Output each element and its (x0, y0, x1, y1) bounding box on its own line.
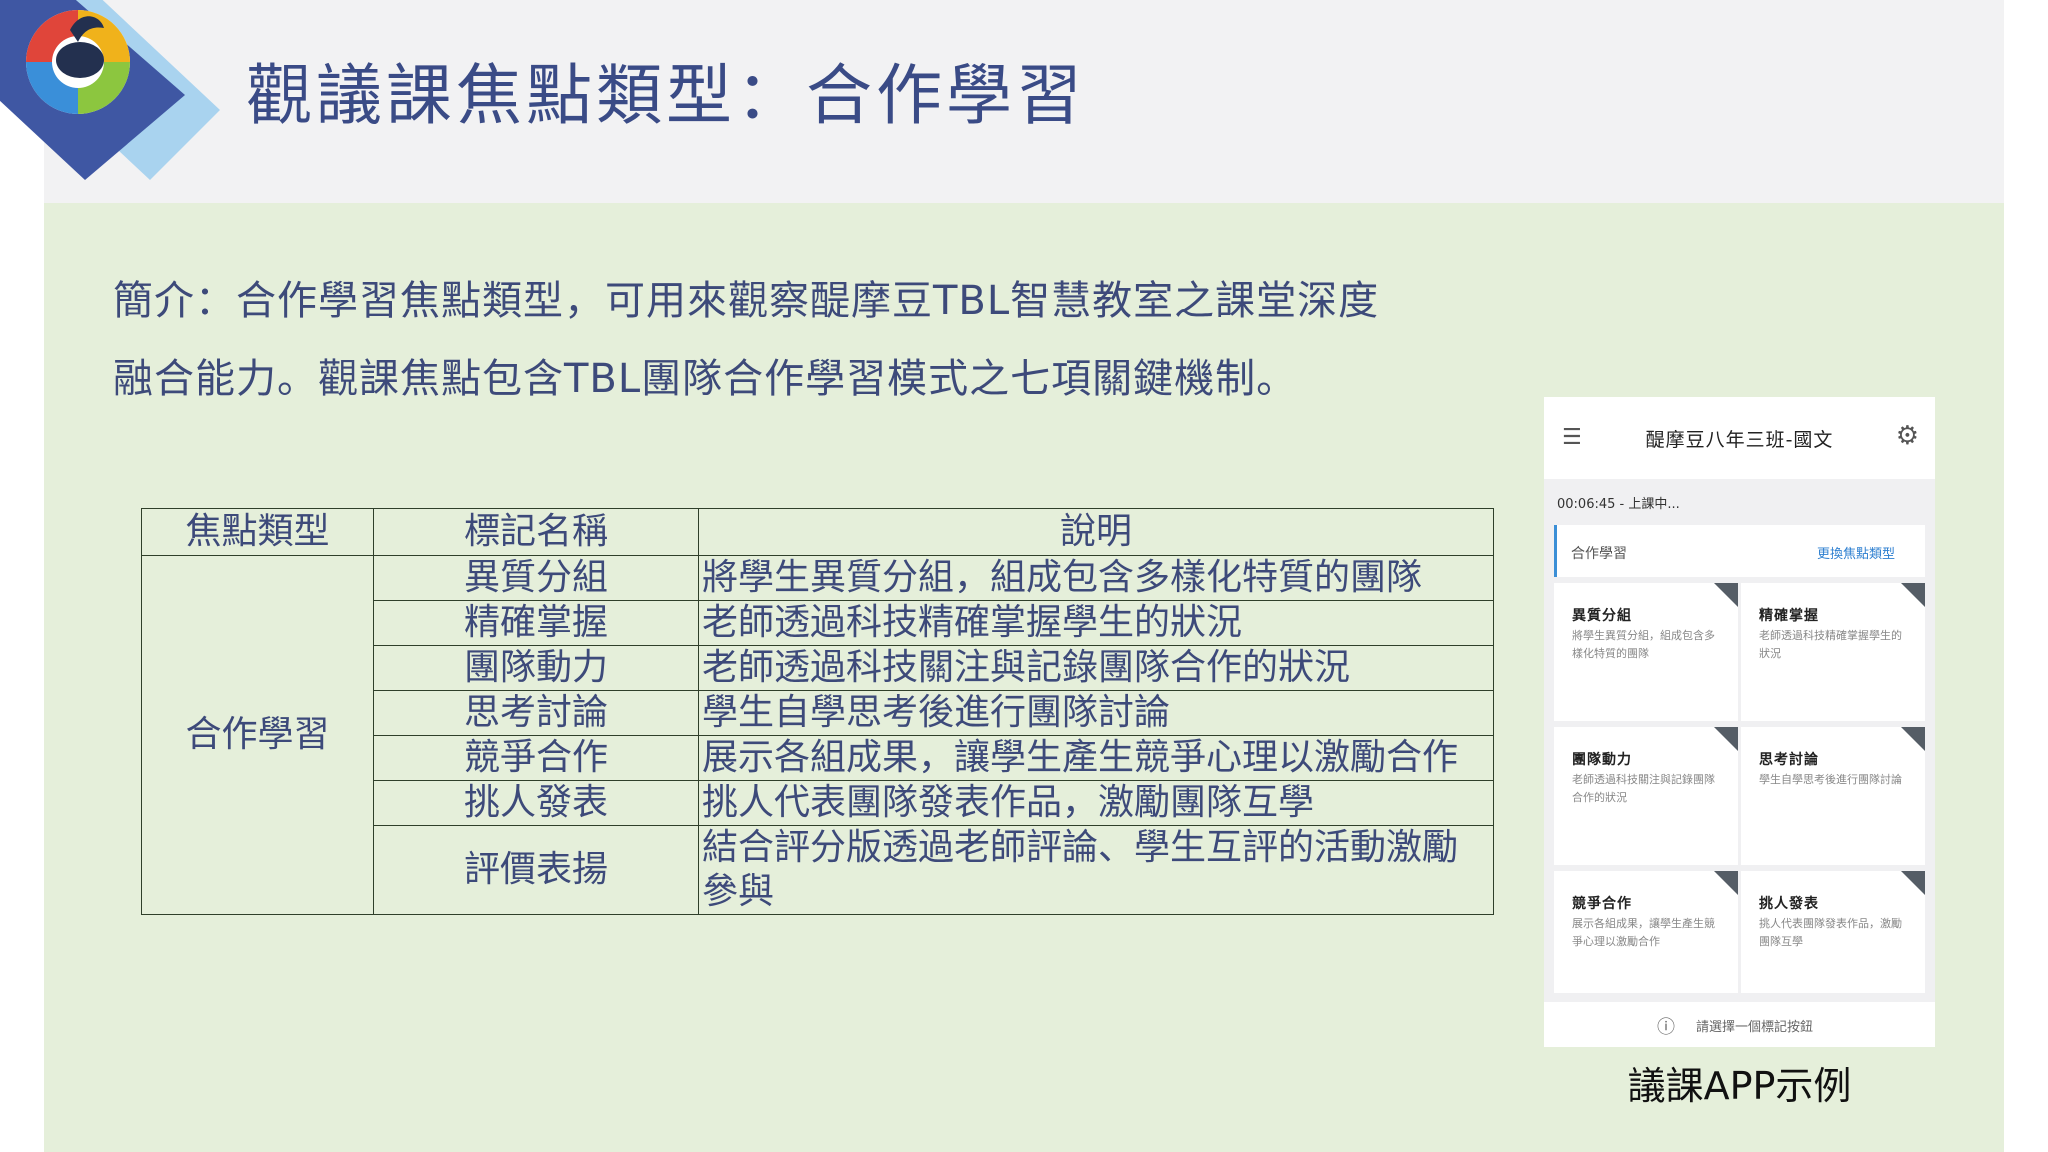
card-corner-icon (1714, 727, 1738, 751)
description-cell: 老師透過科技關注與記錄團隊合作的狀況 (698, 645, 1494, 691)
header-description: 說明 (698, 508, 1494, 556)
tag-name-cell: 挑人發表 (373, 780, 699, 826)
app-screenshot: ☰ 醍摩豆八年三班-國文 ⚙ 00:06:45 - 上課中... 合作學習 更換… (1544, 397, 1935, 1047)
lesson-status: 00:06:45 - 上課中... (1557, 497, 1680, 512)
footer-hint: 請選擇一個標記按鈕 (1696, 1020, 1814, 1035)
intro-line-1: 簡介：合作學習焦點類型，可用來觀察醍摩豆TBL智慧教室之課堂深度 (113, 278, 1380, 324)
description-cell: 展示各組成果，讓學生產生競爭心理以激勵合作 (698, 735, 1494, 781)
app-caption: 議課APP示例 (1627, 1064, 1852, 1108)
card-description: 將學生異質分組，組成包含多樣化特質的團隊 (1572, 629, 1715, 660)
description-cell: 挑人代表團隊發表作品，激勵團隊互學 (698, 780, 1494, 826)
focus-type-label: 合作學習 (1571, 546, 1627, 562)
tag-card[interactable]: 精確掌握 老師透過科技精確掌握學生的狀況 (1741, 583, 1925, 721)
intro-text: 簡介：合作學習焦點類型，可用來觀察醍摩豆TBL智慧教室之課堂深度 融合能力。觀課… (113, 262, 1493, 418)
card-description: 老師透過科技關注與記錄團隊合作的狀況 (1572, 773, 1715, 804)
app-footer: ⓘ 請選擇一個標記按鈕 (1544, 1002, 1935, 1047)
card-title: 競爭合作 (1572, 896, 1632, 912)
gear-icon[interactable]: ⚙ (1896, 421, 1919, 451)
description-cell: 將學生異質分組，組成包含多樣化特質的團隊 (698, 555, 1494, 601)
card-title: 挑人發表 (1759, 896, 1819, 912)
card-corner-icon (1901, 583, 1925, 607)
focus-table: 焦點類型 標記名稱 說明 合作學習 異質分組 將學生異質分組，組成包含多樣化特質… (141, 508, 1494, 915)
card-corner-icon (1901, 727, 1925, 751)
app-title: 醍摩豆八年三班-國文 (1645, 429, 1834, 451)
tag-card[interactable]: 挑人發表 挑人代表團隊發表作品，激勵團隊互學 (1741, 871, 1925, 993)
card-description: 老師透過科技精確掌握學生的狀況 (1759, 629, 1902, 660)
card-description: 挑人代表團隊發表作品，激勵團隊互學 (1759, 917, 1902, 948)
card-title: 精確掌握 (1759, 608, 1819, 624)
tag-name-cell: 評價表揚 (373, 825, 699, 915)
tag-name-cell: 思考討論 (373, 690, 699, 736)
card-corner-icon (1901, 871, 1925, 895)
focus-type-bar: 合作學習 更換焦點類型 (1554, 525, 1925, 577)
tag-name-cell: 異質分組 (373, 555, 699, 601)
app-top-bar: ☰ 醍摩豆八年三班-國文 ⚙ (1544, 397, 1935, 479)
category-cell: 合作學習 (141, 555, 374, 915)
header-focus-type: 焦點類型 (141, 508, 374, 556)
card-title: 團隊動力 (1572, 752, 1632, 768)
description-cell: 學生自學思考後進行團隊討論 (698, 690, 1494, 736)
card-corner-icon (1714, 583, 1738, 607)
card-title: 思考討論 (1759, 752, 1819, 768)
brand-logo (0, 0, 220, 180)
info-icon: ⓘ (1657, 1017, 1675, 1038)
card-corner-icon (1714, 871, 1738, 895)
table-header-row: 焦點類型 標記名稱 說明 (141, 508, 1494, 556)
card-description: 展示各組成果，讓學生產生競爭心理以激勵合作 (1572, 917, 1715, 948)
intro-line-2: 融合能力。觀課焦點包含TBL團隊合作學習模式之七項關鍵機制。 (113, 356, 1298, 402)
description-cell: 結合評分版透過老師評論、學生互評的活動激勵參與 (698, 825, 1494, 915)
tag-card[interactable]: 競爭合作 展示各組成果，讓學生產生競爭心理以激勵合作 (1554, 871, 1738, 993)
header-tag-name: 標記名稱 (373, 508, 699, 556)
tag-name-cell: 競爭合作 (373, 735, 699, 781)
tag-name-cell: 團隊動力 (373, 645, 699, 691)
tag-name-cell: 精確掌握 (373, 600, 699, 646)
tag-card[interactable]: 異質分組 將學生異質分組，組成包含多樣化特質的團隊 (1554, 583, 1738, 721)
page-title: 觀議課焦點類型：合作學習 (246, 57, 1086, 134)
description-cell: 老師透過科技精確掌握學生的狀況 (698, 600, 1494, 646)
tag-card[interactable]: 思考討論 學生自學思考後進行團隊討論 (1741, 727, 1925, 865)
card-description: 學生自學思考後進行團隊討論 (1759, 773, 1902, 786)
tag-card[interactable]: 團隊動力 老師透過科技關注與記錄團隊合作的狀況 (1554, 727, 1738, 865)
card-title: 異質分組 (1572, 608, 1632, 624)
change-focus-type-link[interactable]: 更換焦點類型 (1817, 543, 1895, 562)
table-row: 合作學習 異質分組 將學生異質分組，組成包含多樣化特質的團隊 (141, 555, 1494, 915)
